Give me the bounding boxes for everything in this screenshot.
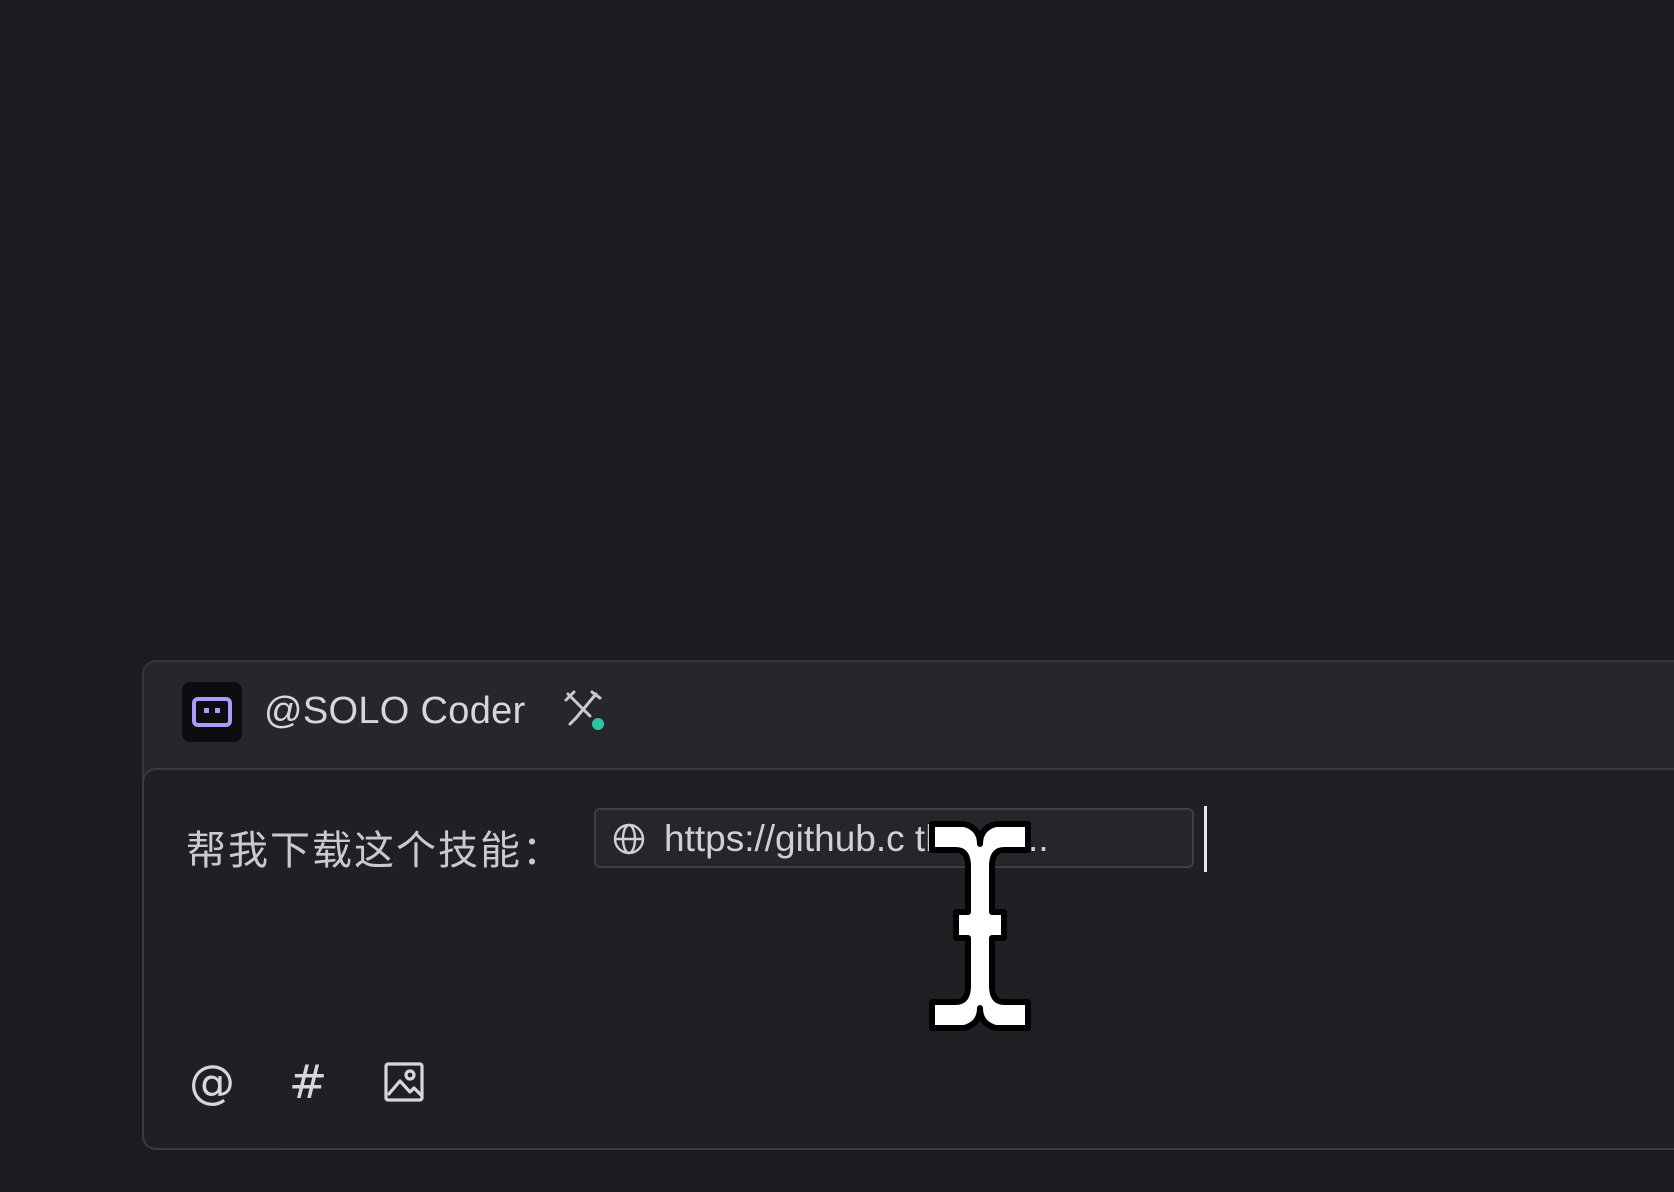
url-chip[interactable]: https://github.c thman... (594, 808, 1194, 868)
app-window: @SOLO Coder 帮我下载这个技能： https://github.c t… (0, 0, 1674, 1192)
robot-face-icon (182, 682, 242, 742)
url-chip-text: https://github.c thman... (664, 818, 1049, 859)
agent-name[interactable]: @SOLO Coder (264, 690, 526, 733)
image-icon[interactable] (380, 1058, 428, 1106)
mention-button[interactable]: @ (188, 1058, 236, 1106)
agent-selector-bar[interactable]: @SOLO Coder (144, 662, 1674, 770)
prompt-text[interactable]: 帮我下载这个技能： (186, 818, 564, 876)
globe-icon (612, 822, 646, 856)
composer-toolbar: @ # (188, 1052, 428, 1112)
chat-composer-panel: @SOLO Coder 帮我下载这个技能： https://github.c t… (142, 660, 1674, 1150)
tools-icon[interactable] (560, 686, 608, 734)
text-caret (1204, 806, 1207, 872)
context-button[interactable]: # (284, 1058, 332, 1106)
message-input[interactable]: 帮我下载这个技能： https://github.c thman... @ # (142, 768, 1674, 1150)
